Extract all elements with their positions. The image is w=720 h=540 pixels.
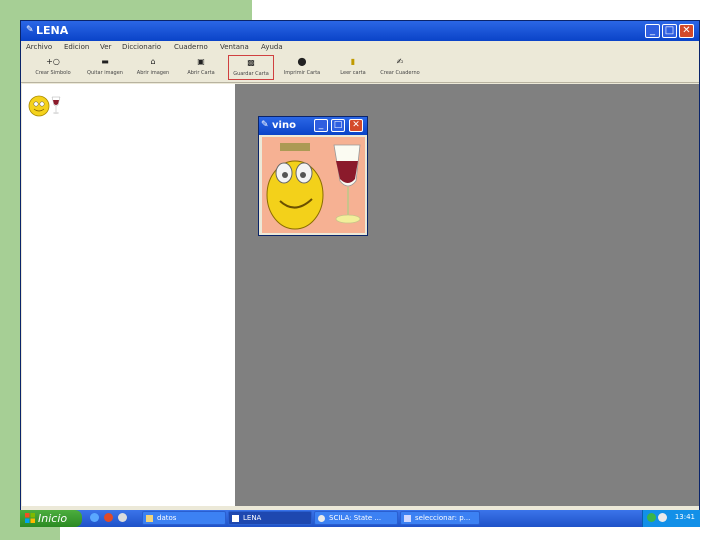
wine-emoticon-image	[266, 143, 361, 230]
tool-abrir-imagen[interactable]: ⌂ Abrir imagen	[131, 55, 175, 80]
menu-cuaderno[interactable]: Cuaderno	[174, 41, 208, 53]
vino-window-title-bar[interactable]: ✎ vino _ □ ✕	[259, 117, 367, 135]
app-window: ✎ LENA _ □ ✕ Archivo Edicion Ver Diccion…	[20, 20, 700, 512]
menu-bar: Archivo Edicion Ver Diccionario Cuaderno…	[21, 41, 699, 53]
taskbar-button-datos[interactable]: datos	[142, 511, 226, 525]
scila-app-icon	[318, 515, 325, 522]
vino-minimize-button[interactable]: _	[314, 119, 328, 132]
new-symbol-icon: +○	[46, 57, 60, 66]
menu-ayuda[interactable]: Ayuda	[261, 41, 283, 53]
close-button[interactable]: ✕	[679, 24, 694, 38]
windows-logo-icon	[25, 513, 35, 523]
print-letter-icon: ⬤	[297, 57, 307, 66]
tool-quitar-imagen[interactable]: ▬ Quitar imagen	[83, 55, 127, 80]
minimize-button[interactable]: _	[645, 24, 660, 38]
slide-background-strip	[0, 0, 252, 20]
remove-image-icon: ▬	[101, 57, 109, 66]
vino-close-button[interactable]: ✕	[349, 119, 363, 132]
vino-window-title: vino	[272, 120, 296, 131]
system-tray: 13:41	[642, 510, 700, 527]
app-icon: ✎	[26, 25, 34, 35]
taskbar: Inicio datos LENA SCILA: State ... selec…	[20, 510, 700, 527]
taskbar-button-seleccionar[interactable]: seleccionar: p...	[400, 511, 480, 525]
tool-leer-carta[interactable]: ▮ Leer carta	[331, 55, 375, 80]
vino-image	[262, 137, 365, 233]
clock: 13:41	[674, 513, 695, 521]
start-button[interactable]: Inicio	[20, 510, 82, 527]
menu-diccionario[interactable]: Diccionario	[122, 41, 161, 53]
taskbar-button-scila[interactable]: SCILA: State ...	[314, 511, 398, 525]
menu-ventana[interactable]: Ventana	[220, 41, 249, 53]
volume-tray-icon[interactable]	[658, 513, 667, 522]
menu-archivo[interactable]: Archivo	[26, 41, 52, 53]
vino-maximize-button[interactable]: □	[331, 119, 345, 132]
media-quicklaunch-icon[interactable]	[118, 513, 127, 522]
create-notebook-icon: ✍	[396, 57, 404, 66]
folder-icon	[146, 515, 153, 522]
toolbar: +○ Crear Símbolo ▬ Quitar imagen ⌂ Abrir…	[21, 53, 699, 83]
tool-guardar-carta[interactable]: ▩ Guardar Carta	[228, 55, 274, 80]
menu-edicion[interactable]: Edicion	[64, 41, 89, 53]
open-letter-icon: ▣	[197, 57, 205, 66]
maximize-button[interactable]: □	[662, 24, 677, 38]
tool-abrir-carta[interactable]: ▣ Abrir Carta	[179, 55, 223, 80]
taskbar-button-lena[interactable]: LENA	[228, 511, 312, 525]
slide-background-left	[0, 0, 20, 540]
open-image-icon: ⌂	[150, 57, 156, 66]
vino-thumbnail[interactable]	[28, 94, 64, 118]
title-bar[interactable]: ✎ LENA _ □ ✕	[21, 21, 699, 41]
menu-ver[interactable]: Ver	[100, 41, 111, 53]
vino-window[interactable]: ✎ vino _ □ ✕	[258, 116, 368, 236]
start-label: Inicio	[38, 512, 68, 525]
read-letter-icon: ▮	[350, 57, 356, 66]
symbol-panel	[22, 84, 235, 506]
lena-app-icon	[232, 515, 239, 522]
tool-crear-cuaderno[interactable]: ✍ Crear Cuaderno	[377, 55, 423, 80]
network-tray-icon[interactable]	[647, 513, 656, 522]
desktop-quicklaunch-icon[interactable]	[90, 513, 99, 522]
tool-crear-simbolo[interactable]: +○ Crear Símbolo	[31, 55, 75, 80]
save-letter-icon: ▩	[247, 58, 255, 67]
slide-background-bottom	[0, 527, 60, 540]
document-icon: ✎	[261, 120, 269, 130]
document-app-icon	[404, 515, 411, 522]
tool-imprimir-carta[interactable]: ⬤ Imprimir Carta	[280, 55, 324, 80]
browser-quicklaunch-icon[interactable]	[104, 513, 113, 522]
window-title: LENA	[36, 24, 69, 37]
